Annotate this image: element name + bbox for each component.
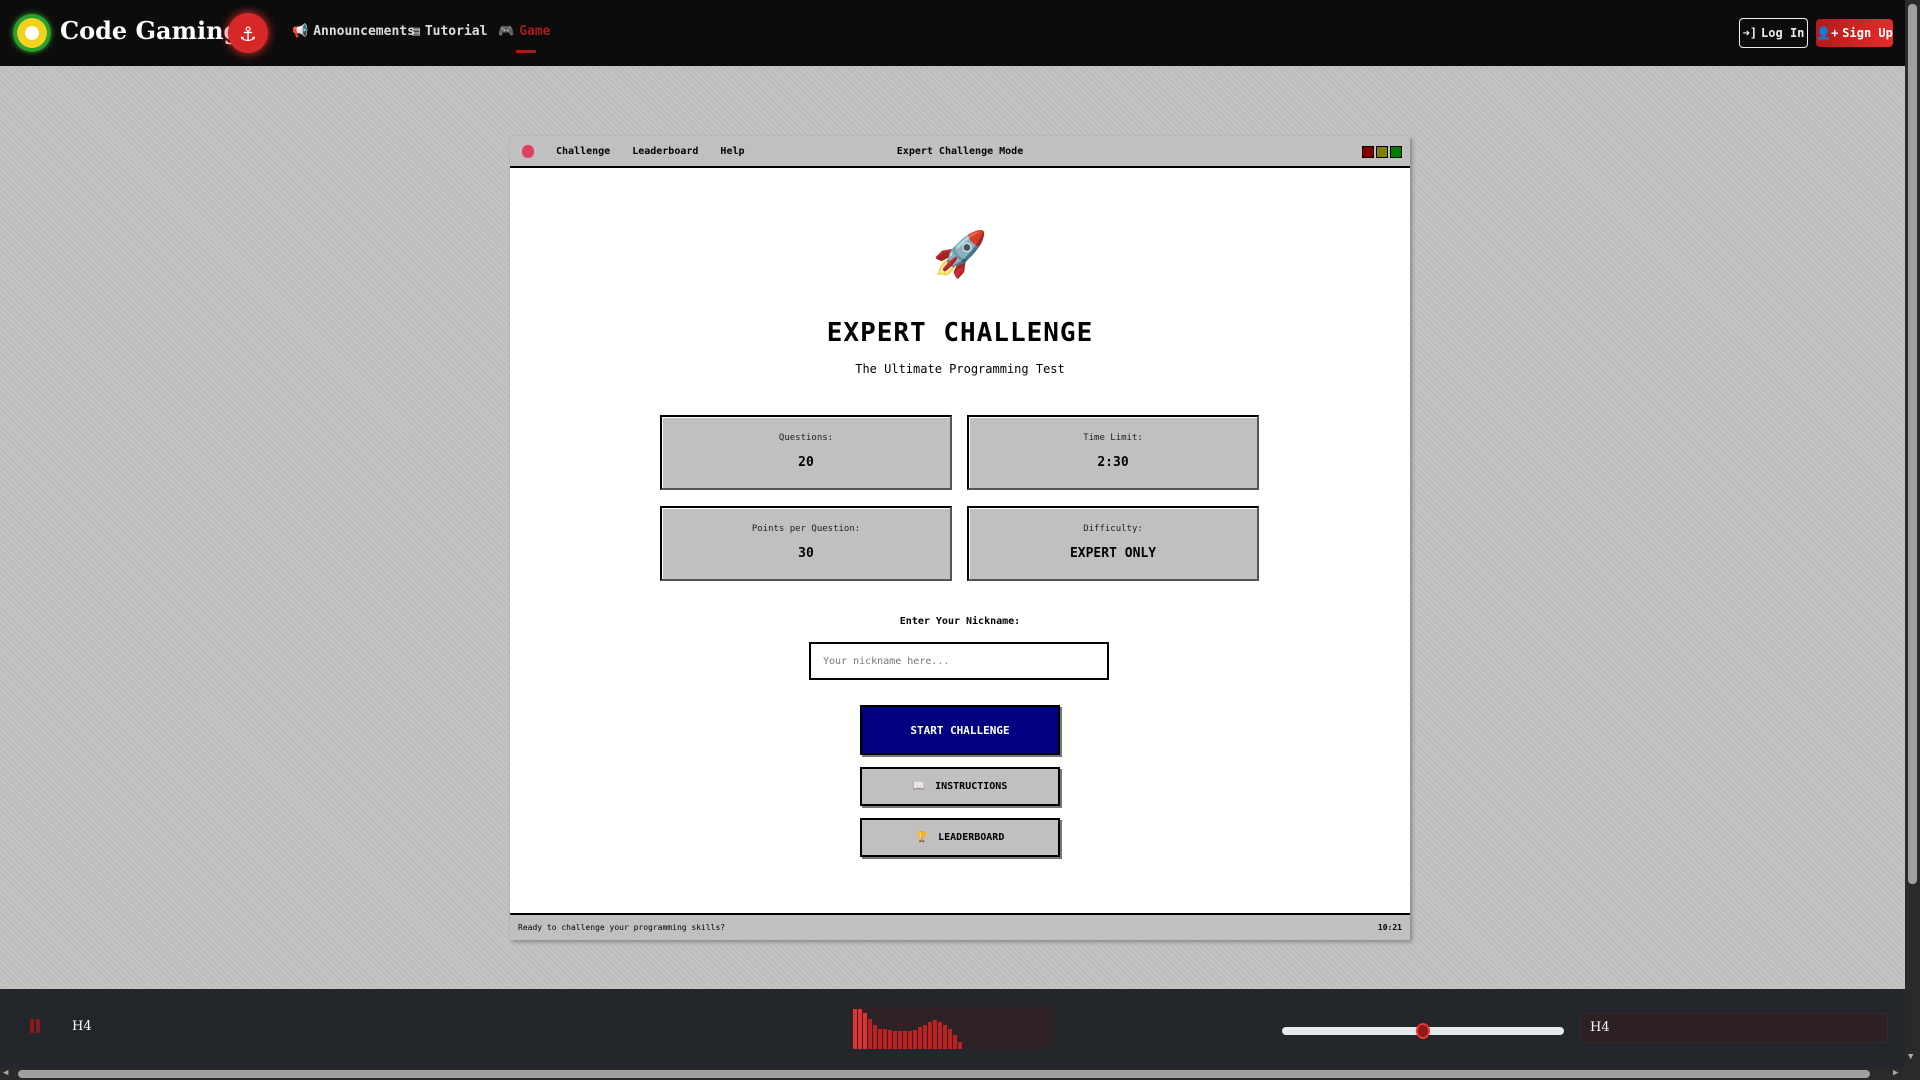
visualizer-bar [953,1035,957,1049]
instructions-button[interactable]: 📖 INSTRUCTIONS [860,767,1060,806]
nav-label: Announcements [313,24,415,39]
visualizer-bar [893,1031,897,1049]
visualizer-bar [883,1029,887,1049]
signup-label: Sign Up [1842,26,1893,40]
visualizer-bar [913,1029,917,1049]
nav-announcements[interactable]: 📢 Announcements [292,24,415,39]
stat-difficulty: Difficulty: EXPERT ONLY [967,506,1259,581]
menu-leaderboard[interactable]: Leaderboard [632,146,698,157]
visualizer-bar [923,1025,927,1049]
stat-value: 30 [798,546,814,561]
challenge-window: Challenge Leaderboard Help Expert Challe… [510,136,1410,940]
active-nav-indicator [516,50,536,53]
stat-value: 2:30 [1097,455,1129,470]
visualizer-bar [858,1009,862,1049]
status-bar: Ready to challenge your programming skil… [510,913,1410,940]
nickname-label: Enter Your Nickname: [899,616,1021,627]
leaderboard-label: LEADERBOARD [938,832,1005,843]
visualizer-bar [943,1025,947,1049]
vertical-scrollbar[interactable]: ▼ [1905,0,1920,1080]
visualizer-bar [853,1009,857,1049]
stat-points: Points per Question: 30 [660,506,952,581]
stat-label: Time Limit: [1083,433,1143,443]
stat-label: Points per Question: [751,524,861,534]
stat-label: Difficulty: [1083,524,1143,534]
megaphone-icon: 📢 [292,24,309,39]
visualizer-bar [948,1029,952,1049]
maximize-window-button[interactable] [1390,146,1402,158]
gamepad-icon: 🎮 [498,24,515,39]
apple-icon[interactable] [522,144,534,158]
logo-icon[interactable] [13,14,51,52]
visualizer-bar [903,1031,907,1049]
status-time: 10:21 [1377,923,1402,932]
pause-button[interactable] [30,1019,41,1033]
track-title: H4 [72,1019,92,1034]
nickname-input[interactable] [809,642,1109,680]
visualizer-bar [958,1041,962,1049]
anchor-icon[interactable]: ⚓ [228,13,268,53]
stat-value: 20 [798,455,814,470]
visualizer-bar [878,1029,882,1049]
top-navbar: Code Gaming ⚓ 📢 Announcements ▤ Tutorial 🎮… [0,0,1905,66]
nav-tutorial[interactable]: ▤ Tutorial [412,24,487,39]
visualizer-bar [863,1013,867,1049]
scroll-left-icon[interactable]: ◀ [3,1068,8,1078]
track-info-title: H4 [1590,1020,1610,1035]
stat-value: EXPERT ONLY [1069,546,1157,561]
volume-slider[interactable] [1282,1023,1564,1039]
visualizer-bar [908,1031,912,1049]
visualizer-bar [873,1025,877,1049]
page-subtitle: The Ultimate Programming Test [855,362,1065,376]
menu-help[interactable]: Help [720,146,744,157]
page-title: EXPERT CHALLENGE [826,318,1094,348]
visualizer-bar [938,1021,942,1049]
horizontal-scrollbar-thumb[interactable] [18,1070,1870,1078]
visualizer-bar [868,1019,872,1049]
status-message: Ready to challenge your programming skil… [518,923,726,932]
trophy-icon: 🏆 [915,832,929,843]
scroll-right-icon[interactable]: ▶ [1893,1068,1898,1078]
visualizer-bar [928,1021,932,1049]
nav-label: Game [519,24,551,39]
login-button[interactable]: ➜] Log In [1739,18,1808,48]
visualizer-bar [888,1029,892,1049]
stat-label: Questions: [778,433,834,443]
window-titlebar: Challenge Leaderboard Help Expert Challe… [510,136,1410,168]
track-info-box [1580,1013,1888,1043]
signup-button[interactable]: 👤+ Sign Up [1816,19,1893,47]
rocket-icon: 🚀 [932,229,988,280]
nav-label: Tutorial [424,24,488,39]
vertical-scrollbar-thumb[interactable] [1908,4,1917,884]
horizontal-scrollbar[interactable]: ◀ ▶ [0,1068,1905,1080]
minimize-window-button[interactable] [1376,146,1388,158]
close-window-button[interactable] [1362,146,1374,158]
instructions-label: INSTRUCTIONS [935,781,1008,792]
audio-visualizer [851,1006,1053,1049]
stat-time-limit: Time Limit: 2:30 [967,415,1259,490]
start-challenge-button[interactable]: START CHALLENGE [860,705,1060,755]
leaderboard-button[interactable]: 🏆 LEADERBOARD [860,818,1060,857]
stat-questions: Questions: 20 [660,415,952,490]
brand-name[interactable]: Code Gaming [60,16,240,45]
nav-game[interactable]: 🎮 Game [498,24,551,39]
book-icon: 📖 [912,781,926,792]
login-label: Log In [1761,26,1805,40]
user-plus-icon: 👤+ [1816,26,1839,40]
volume-slider-thumb[interactable] [1416,1023,1430,1039]
menu-challenge[interactable]: Challenge [556,146,610,157]
visualizer-bar [933,1020,937,1049]
scroll-down-icon[interactable]: ▼ [1908,1052,1913,1062]
music-player: H4 H4 [0,989,1905,1068]
book-icon: ▤ [412,24,420,39]
visualizer-bar [918,1027,922,1049]
visualizer-bar [898,1031,902,1049]
login-icon: ➜] [1742,26,1758,40]
